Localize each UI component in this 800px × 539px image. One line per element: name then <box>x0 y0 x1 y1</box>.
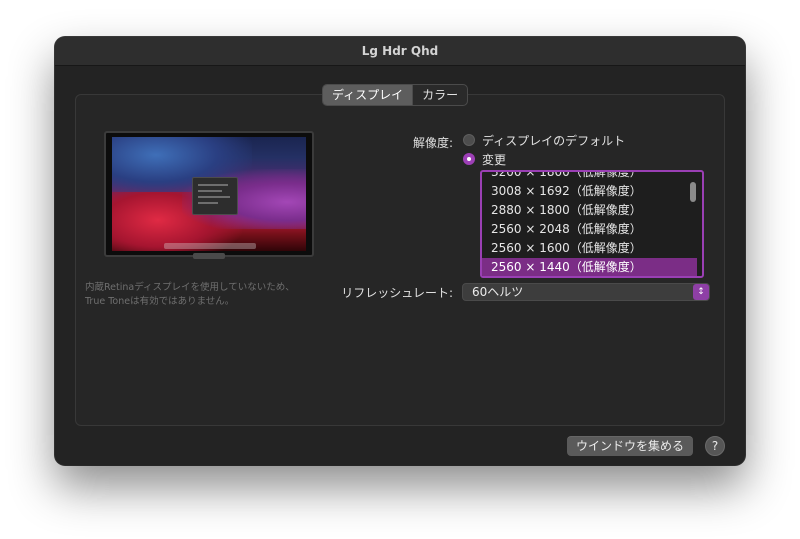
radio-scaled-resolution[interactable]: 変更 <box>463 151 506 167</box>
tab-color[interactable]: カラー <box>413 85 467 105</box>
refresh-rate-select[interactable]: 60ヘルツ ↕ <box>462 283 710 301</box>
radio-scaled-label: 変更 <box>482 152 507 167</box>
display-preview <box>104 131 314 257</box>
tab-bar: ディスプレイ カラー <box>322 84 469 106</box>
resolution-item[interactable]: 2560 × 1600（低解像度） <box>482 239 697 257</box>
radio-default-resolution[interactable]: ディスプレイのデフォルト <box>463 132 625 148</box>
resolution-list[interactable]: 3200 × 1800（低解像度） 3008 × 1692（低解像度） 2880… <box>480 170 704 278</box>
tab-display[interactable]: ディスプレイ <box>323 85 413 105</box>
radio-on-icon <box>463 153 475 165</box>
resolution-item[interactable]: 2560 × 2048（低解像度） <box>482 220 697 238</box>
resolution-label: 解像度: <box>412 136 453 150</box>
preview-window-thumbnail <box>192 177 238 215</box>
window-title: Lg Hdr Qhd <box>55 37 745 66</box>
preview-line <box>198 190 222 192</box>
preview-line <box>198 202 218 204</box>
display-preferences-window: Lg Hdr Qhd ディスプレイ カラー 内蔵Retinaディスプレイを使用し… <box>55 37 745 465</box>
resolution-item[interactable]: 3200 × 1800（低解像度） <box>482 172 697 181</box>
preview-line <box>198 184 228 186</box>
wallpaper-image <box>112 137 306 251</box>
preview-line <box>198 196 230 198</box>
refresh-rate-value: 60ヘルツ <box>472 285 524 299</box>
refresh-rate-label: リフレッシュレート: <box>341 286 453 300</box>
help-button[interactable]: ? <box>705 436 725 456</box>
true-tone-note: 内蔵Retinaディスプレイを使用していないため、True Toneは有効ではあ… <box>85 282 295 307</box>
resolution-item-selected[interactable]: 2560 × 1440（低解像度） <box>482 258 697 276</box>
gather-windows-button[interactable]: ウインドウを集める <box>567 436 693 456</box>
resolution-item[interactable]: 2880 × 1800（低解像度） <box>482 201 697 219</box>
radio-default-label: ディスプレイのデフォルト <box>482 133 626 148</box>
updown-chevron-icon: ↕ <box>693 284 709 300</box>
monitor-stand <box>193 253 225 259</box>
radio-off-icon <box>463 134 475 146</box>
list-scrollbar[interactable] <box>690 182 696 202</box>
resolution-item[interactable]: 3008 × 1692（低解像度） <box>482 182 697 200</box>
preview-dock <box>164 243 256 249</box>
